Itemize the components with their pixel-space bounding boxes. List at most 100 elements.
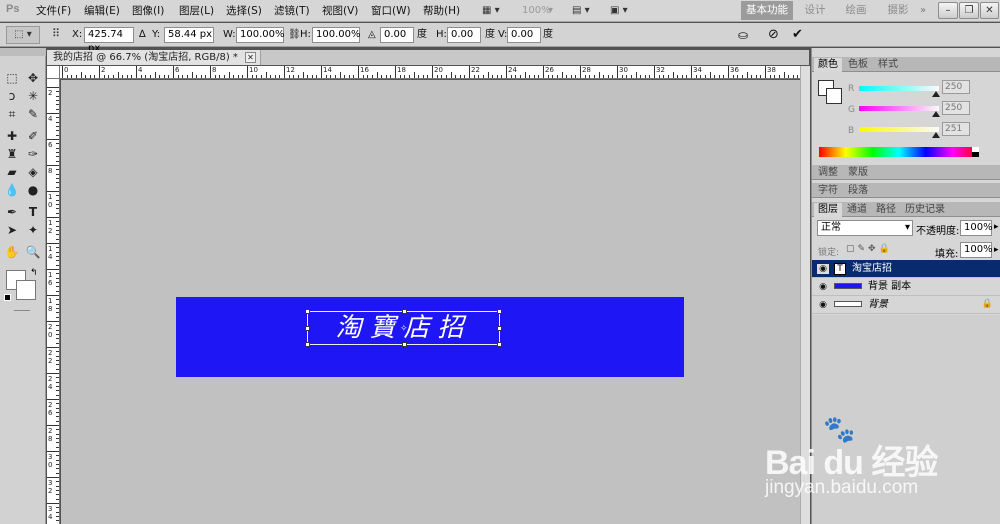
background-color-swatch[interactable] (16, 280, 36, 300)
menu-image[interactable]: 图像(I) (132, 3, 164, 19)
layer-row[interactable]: ◉ 背景 🔒 (812, 296, 1000, 314)
cancel-transform-icon[interactable]: ⊘ (768, 28, 779, 42)
tab-masks[interactable]: 蒙版 (844, 166, 872, 180)
tool-preset-icon[interactable]: ⬚ ▾ (6, 26, 40, 44)
green-slider-knob[interactable] (932, 111, 940, 117)
screen-mode-icon[interactable]: ▦ ▾ (482, 3, 500, 19)
workspace-essentials[interactable]: 基本功能 (741, 1, 793, 20)
hand-tool-icon[interactable]: ✋ (4, 244, 20, 260)
eraser-tool-icon[interactable]: ▰ (4, 164, 20, 180)
transform-handle-top-left[interactable] (305, 309, 310, 314)
document-tab[interactable]: 我的店招 @ 66.7% (淘宝店招, RGB/8) * ✕ (47, 50, 261, 65)
marquee-tool-icon[interactable]: ⬚ (4, 70, 20, 86)
menu-layer[interactable]: 图层(L) (179, 3, 214, 19)
transform-handle-left[interactable] (305, 326, 310, 331)
vertical-ruler[interactable]: 2 4 6 8 10 12 14 16 18 20 22 24 26 28 30 32 34 (47, 79, 60, 524)
dodge-tool-icon[interactable]: ● (25, 182, 41, 198)
close-document-icon[interactable]: ✕ (244, 52, 256, 63)
red-slider[interactable] (859, 86, 939, 91)
restore-icon[interactable]: ❐ (959, 2, 979, 19)
move-tool-icon[interactable]: ✥ (25, 70, 41, 86)
workspace-painting[interactable]: 绘画 (838, 1, 874, 20)
zoom-tool-icon[interactable]: 🔍 (25, 244, 41, 260)
close-window-icon[interactable]: ✕ (980, 2, 999, 19)
menu-filter[interactable]: 滤镜(T) (274, 3, 310, 19)
transform-handle-top-right[interactable] (497, 309, 502, 314)
magic-wand-icon[interactable]: ✳ (25, 88, 41, 104)
fill-field[interactable]: 100% (960, 242, 993, 258)
tab-paragraph[interactable]: 段落 (844, 184, 872, 198)
menu-view[interactable]: 视图(V) (322, 3, 358, 19)
default-colors-icon[interactable] (4, 294, 11, 301)
transform-center-icon[interactable]: ✧ (400, 324, 408, 334)
commit-transform-icon[interactable]: ✔ (792, 28, 803, 42)
horizontal-ruler[interactable]: 0246810121416182022242628303234363840 (60, 66, 800, 79)
tab-color[interactable]: 颜色 (814, 58, 842, 72)
path-selection-icon[interactable]: ➤ (4, 222, 20, 238)
menu-help[interactable]: 帮助(H) (423, 3, 460, 19)
menu-select[interactable]: 选择(S) (226, 3, 262, 19)
ruler-origin[interactable] (47, 66, 60, 79)
custom-shape-icon[interactable]: ✦ (25, 222, 41, 238)
lock-options-icon[interactable]: ▢✎✥🔒 (846, 244, 893, 254)
transform-handle-right[interactable] (497, 326, 502, 331)
pen-tool-icon[interactable]: ✒ (4, 204, 20, 220)
horizontal-skew-field[interactable]: 0.00 (447, 27, 481, 43)
color-panel-background[interactable] (826, 88, 842, 104)
layer-row[interactable]: ◉ 背景 副本 (812, 278, 1000, 296)
transform-handle-top[interactable] (402, 309, 407, 314)
clone-stamp-icon[interactable]: ♜ (4, 146, 20, 162)
visibility-eye-icon[interactable]: ◉ (817, 300, 829, 310)
green-slider[interactable] (859, 106, 939, 111)
workspace-photography[interactable]: 摄影 (880, 1, 916, 20)
history-brush-icon[interactable]: ✑ (25, 146, 41, 162)
vertical-skew-field[interactable]: 0.00 (507, 27, 541, 43)
width-scale-field[interactable]: 100.00% (236, 27, 285, 43)
minimize-icon[interactable]: – (938, 2, 958, 19)
height-scale-field[interactable]: 100.00% (312, 27, 361, 43)
blue-slider-knob[interactable] (932, 132, 940, 138)
tab-swatches[interactable]: 色板 (844, 58, 872, 72)
layer-name[interactable]: 背景 副本 (868, 280, 911, 294)
lasso-tool-icon[interactable]: ↄ (4, 88, 20, 104)
zoom-dropdown-icon[interactable]: ▾ (548, 3, 553, 19)
transform-handle-bottom[interactable] (402, 342, 407, 347)
screen-layout-icon[interactable]: ▣ ▾ (610, 3, 628, 19)
workspace-design[interactable]: 设计 (797, 1, 833, 20)
link-icon[interactable]: ⛓ (288, 28, 301, 42)
menu-window[interactable]: 窗口(W) (371, 3, 411, 19)
layer-name[interactable]: 淘宝店招 (852, 262, 892, 276)
blend-mode-select[interactable]: 正常 ▾ (817, 220, 913, 236)
tab-history[interactable]: 历史记录 (901, 203, 949, 217)
visibility-eye-icon[interactable]: ◉ (817, 282, 829, 292)
tab-paths[interactable]: 路径 (872, 203, 900, 217)
paint-bucket-icon[interactable]: ◈ (25, 164, 41, 180)
layer-row[interactable]: ◉ T 淘宝店招 (812, 260, 1000, 278)
opacity-field[interactable]: 100% (960, 220, 993, 236)
transform-handle-bottom-right[interactable] (497, 342, 502, 347)
transform-handle-bottom-left[interactable] (305, 342, 310, 347)
warp-mode-icon[interactable]: ⛀ (738, 28, 748, 42)
menu-edit[interactable]: 编辑(E) (84, 3, 120, 19)
type-tool-icon[interactable]: T (25, 204, 41, 220)
free-transform-box[interactable]: ✧ (305, 309, 502, 347)
more-workspaces-icon[interactable]: » (920, 3, 926, 19)
layer-name[interactable]: 背景 (868, 298, 888, 312)
x-position-field[interactable]: 425.74 px (84, 27, 134, 54)
reference-point-icon[interactable]: ⠿ (52, 27, 66, 41)
green-value-field[interactable]: 250 (942, 101, 970, 115)
eyedropper-icon[interactable]: ✎ (25, 106, 41, 122)
brush-tool-icon[interactable]: ✐ (25, 128, 41, 144)
red-slider-knob[interactable] (932, 91, 940, 97)
crop-tool-icon[interactable]: ⌗ (4, 106, 20, 122)
tab-adjustments[interactable]: 调整 (814, 166, 842, 180)
zoom-level[interactable]: 100% (522, 3, 551, 19)
tab-styles[interactable]: 样式 (874, 58, 902, 72)
blur-tool-icon[interactable]: 💧 (4, 182, 20, 198)
fill-arrow-icon[interactable]: ▸ (994, 245, 999, 255)
opacity-arrow-icon[interactable]: ▸ (994, 222, 999, 232)
y-position-field[interactable]: 58.44 px (164, 27, 214, 43)
visibility-eye-icon[interactable]: ◉ (817, 264, 829, 274)
swap-colors-icon[interactable]: ↰ (30, 268, 38, 278)
tab-layers[interactable]: 图层 (814, 203, 842, 217)
